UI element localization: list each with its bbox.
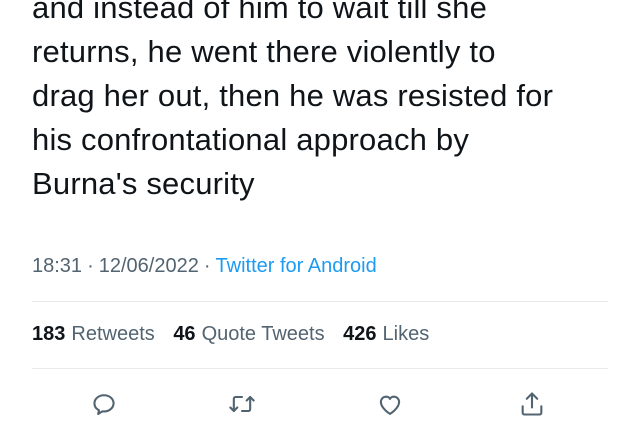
tweet-text-line: returns, he went there violently to bbox=[32, 34, 496, 69]
tweet-text-line: his confrontational approach by bbox=[32, 122, 470, 157]
retweet-button[interactable] bbox=[224, 386, 260, 422]
quote-tweets-stat[interactable]: 46 Quote Tweets bbox=[173, 323, 324, 345]
heart-icon bbox=[379, 395, 401, 415]
tweet-actions-bar bbox=[0, 386, 640, 422]
tweet-text-line: and instead of him to wait till she bbox=[32, 0, 488, 25]
reply-button[interactable] bbox=[86, 386, 122, 422]
likes-label: Likes bbox=[382, 323, 430, 345]
retweets-stat[interactable]: 183 Retweets bbox=[32, 323, 155, 345]
reply-icon bbox=[93, 394, 115, 415]
engagement-stats: 183 Retweets 46 Quote Tweets 426 Likes bbox=[32, 320, 442, 348]
like-button[interactable] bbox=[372, 386, 408, 422]
divider bbox=[32, 301, 608, 302]
quote-tweets-label: Quote Tweets bbox=[201, 323, 325, 345]
tweet-text: and instead of him to wait till she retu… bbox=[32, 0, 622, 206]
tweet-metadata: 18:31 · 12/06/2022 · Twitter for Android bbox=[32, 252, 377, 280]
share-button[interactable] bbox=[514, 386, 550, 422]
divider bbox=[32, 368, 608, 369]
meta-separator: · bbox=[203, 255, 211, 277]
share-icon bbox=[521, 392, 543, 416]
quote-tweets-count: 46 bbox=[173, 323, 196, 345]
tweet-time[interactable]: 18:31 bbox=[32, 255, 82, 277]
tweet-text-line: Burna's security bbox=[32, 166, 255, 201]
tweet-text-line: drag her out, then he was resisted for bbox=[32, 78, 554, 113]
tweet-source-link[interactable]: Twitter for Android bbox=[216, 255, 377, 277]
meta-separator: · bbox=[87, 255, 94, 277]
retweets-count: 183 bbox=[32, 323, 66, 345]
retweet-icon bbox=[229, 395, 255, 413]
retweets-label: Retweets bbox=[71, 323, 155, 345]
tweet-date[interactable]: 12/06/2022 bbox=[99, 255, 199, 277]
likes-stat[interactable]: 426 Likes bbox=[343, 323, 429, 345]
likes-count: 426 bbox=[343, 323, 377, 345]
